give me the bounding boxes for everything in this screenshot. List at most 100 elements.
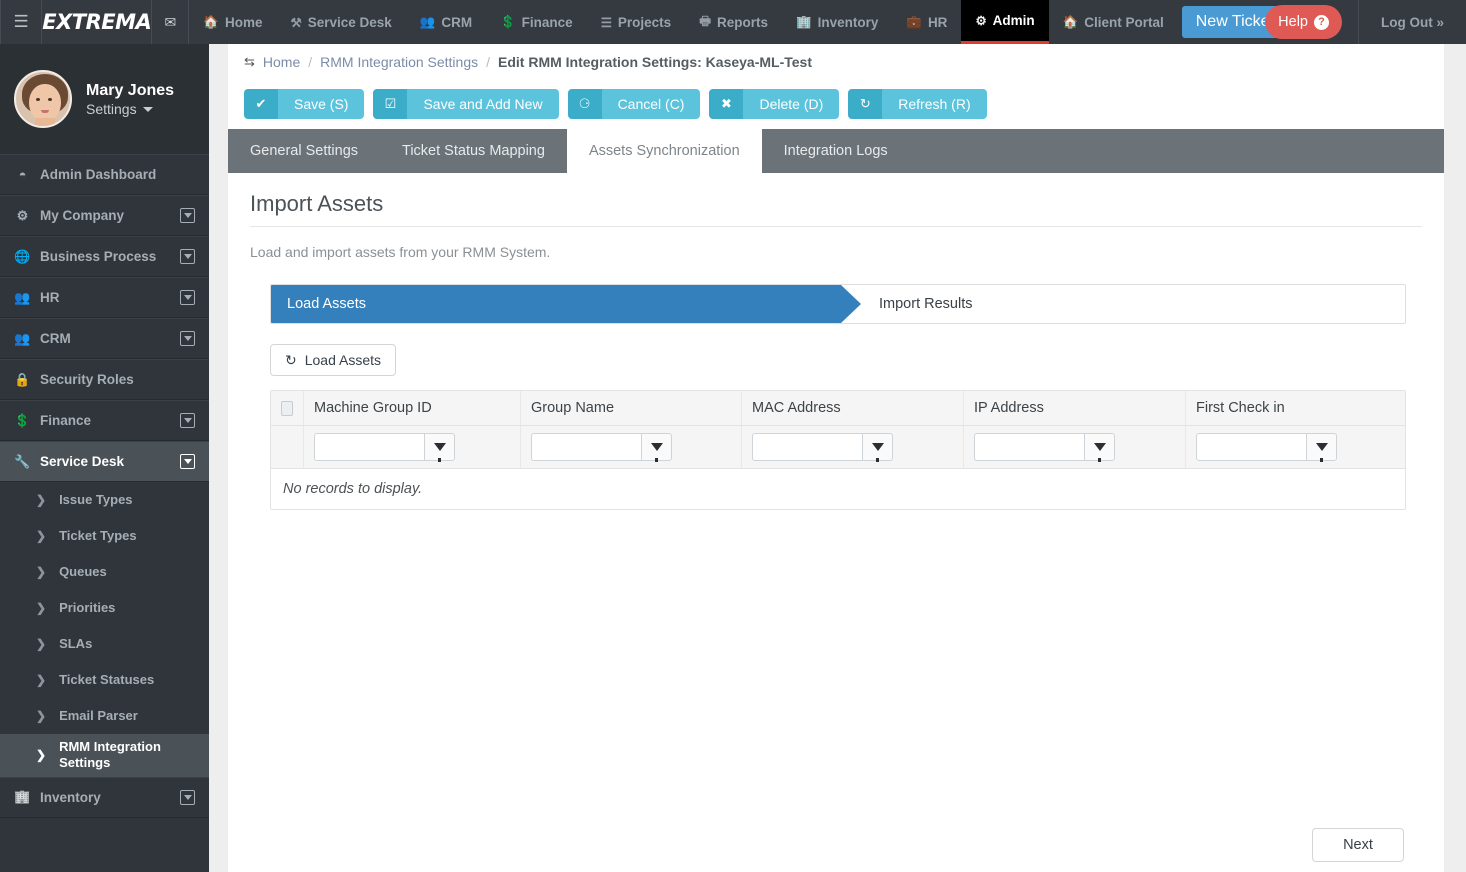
sidebar-item-service-desk[interactable]: 🔧 Service Desk xyxy=(0,441,209,482)
sidebar-subitem-slas[interactable]: ❯ SLAs xyxy=(0,626,209,662)
exchange-icon: ⇆ xyxy=(244,53,255,69)
sidebar-subitem-rmm-integration-settings[interactable]: ❯ RMM Integration Settings xyxy=(0,734,209,777)
users-icon: 👥 xyxy=(14,289,31,305)
money-icon: 💲 xyxy=(14,412,31,428)
nav-item-client-portal[interactable]: 🏠 Client Portal xyxy=(1049,0,1178,44)
sidebar-item-finance[interactable]: 💲 Finance xyxy=(0,400,209,441)
sidebar-item-label: My Company xyxy=(40,208,125,223)
sidebar-item-hr[interactable]: 👥 HR xyxy=(0,277,209,318)
column-header-mac-address[interactable]: MAC Address xyxy=(742,391,964,425)
nav-item-inventory[interactable]: 🏢 Inventory xyxy=(782,0,892,44)
lock-icon: 🔒 xyxy=(14,371,31,387)
help-button[interactable]: Help ? xyxy=(1265,5,1342,39)
nav-item-home[interactable]: 🏠 Home xyxy=(189,0,276,44)
sidebar-item-security-roles[interactable]: 🔒 Security Roles xyxy=(0,359,209,400)
sidebar-subitem-priorities[interactable]: ❯ Priorities xyxy=(0,590,209,626)
sidebar-subitem-email-parser[interactable]: ❯ Email Parser xyxy=(0,698,209,734)
expand-icon[interactable] xyxy=(180,249,195,264)
cancel-label: Cancel (C) xyxy=(601,89,701,119)
refresh-button[interactable]: ↻ Refresh (R) xyxy=(848,89,987,119)
filter-input-group-name[interactable] xyxy=(531,433,641,461)
building-icon: 🏢 xyxy=(796,14,812,29)
breadcrumb-separator: / xyxy=(308,53,313,70)
column-header-group-name[interactable]: Group Name xyxy=(521,391,742,425)
filter-input-mac-address[interactable] xyxy=(752,433,862,461)
help-label: Help xyxy=(1278,14,1308,30)
logout-button[interactable]: Log Out » xyxy=(1358,0,1466,44)
expand-icon[interactable] xyxy=(180,290,195,305)
sidebar-item-admin-dashboard[interactable]: ◓ Admin Dashboard xyxy=(0,154,209,195)
breadcrumb-parent[interactable]: RMM Integration Settings xyxy=(320,54,478,70)
funnel-icon[interactable] xyxy=(641,433,672,462)
sidebar-item-my-company[interactable]: ⚙ My Company xyxy=(0,195,209,236)
assets-sync-panel: Import Assets Load and import assets fro… xyxy=(228,173,1444,510)
funnel-icon[interactable] xyxy=(1306,433,1337,462)
expand-icon[interactable] xyxy=(180,208,195,223)
sidebar-subitem-label: Ticket Types xyxy=(59,527,137,543)
top-nav-items: 🏠 Home ⚒ Service Desk 👥 CRM 💲 Finance ☰ Proje… xyxy=(189,0,1466,44)
tab-ticket-status-mapping[interactable]: Ticket Status Mapping xyxy=(380,129,567,173)
nav-item-crm[interactable]: 👥 CRM xyxy=(406,0,486,44)
wizard-step-import-results[interactable]: Import Results xyxy=(841,285,1405,323)
next-button[interactable]: Next xyxy=(1312,828,1404,862)
expand-icon[interactable] xyxy=(180,789,195,805)
nav-label: Client Portal xyxy=(1084,14,1164,30)
settings-label: Settings xyxy=(86,101,137,118)
filter-input-first-check-in[interactable] xyxy=(1196,433,1306,461)
expand-icon[interactable] xyxy=(180,413,195,428)
save-and-add-new-button[interactable]: ☑ Save and Add New xyxy=(373,89,559,119)
column-header-ip-address[interactable]: IP Address xyxy=(964,391,1186,425)
sidebar-item-business-process[interactable]: 🌐 Business Process xyxy=(0,236,209,277)
funnel-icon[interactable] xyxy=(862,433,893,462)
settings-dropdown[interactable]: Settings xyxy=(86,101,174,117)
nav-label: CRM xyxy=(441,14,473,30)
breadcrumb-home[interactable]: Home xyxy=(263,54,300,70)
user-profile[interactable]: Mary Jones Settings xyxy=(0,44,209,154)
sidebar-item-inventory[interactable]: 🏢 Inventory xyxy=(0,776,209,818)
column-header-machine-group-id[interactable]: Machine Group ID xyxy=(304,391,521,425)
sidebar-subitem-issue-types[interactable]: ❯ Issue Types xyxy=(0,482,209,518)
sidebar-subitem-ticket-statuses[interactable]: ❯ Ticket Statuses xyxy=(0,662,209,698)
nav-item-reports[interactable]: 🖶 Reports xyxy=(685,0,782,44)
save-button[interactable]: ✔ Save (S) xyxy=(244,89,365,119)
tab-general-settings[interactable]: General Settings xyxy=(228,129,380,173)
question-mark-icon: ? xyxy=(1314,14,1329,30)
expand-icon[interactable] xyxy=(180,331,195,346)
wizard-steps: Load Assets Import Results xyxy=(270,284,1406,324)
tab-integration-logs[interactable]: Integration Logs xyxy=(762,129,910,173)
cancel-button[interactable]: ⚆ Cancel (C) xyxy=(567,89,701,119)
chevron-right-icon: ❯ xyxy=(36,492,47,507)
sidebar-item-crm[interactable]: 👥 CRM xyxy=(0,318,209,359)
nav-item-hr[interactable]: 💼 HR xyxy=(892,0,961,44)
sidebar-subitem-ticket-types[interactable]: ❯ Ticket Types xyxy=(0,518,209,554)
save-label: Save (S) xyxy=(278,89,365,119)
load-assets-button[interactable]: ↻ Load Assets xyxy=(270,344,397,376)
hamburger-icon[interactable]: ☰ xyxy=(0,0,43,44)
delete-button[interactable]: ✖ Delete (D) xyxy=(709,89,840,119)
column-header-first-check-in[interactable]: First Check in xyxy=(1186,391,1405,425)
nav-item-admin[interactable]: ⚙ Admin xyxy=(961,0,1049,44)
nav-item-projects[interactable]: ☰ Projects xyxy=(587,0,686,44)
tasks-icon: ☰ xyxy=(600,15,612,30)
app-logo[interactable]: EXTREMA xyxy=(42,0,153,44)
funnel-icon[interactable] xyxy=(424,433,455,462)
envelope-icon[interactable]: ✉ xyxy=(152,0,190,44)
sidebar-subitem-queues[interactable]: ❯ Queues xyxy=(0,554,209,590)
nav-item-service-desk[interactable]: ⚒ Service Desk xyxy=(276,0,405,44)
sidebar-subitem-label: Email Parser xyxy=(59,707,138,723)
minus-circle-icon: ⚆ xyxy=(567,89,602,119)
filter-cell-select xyxy=(271,426,304,468)
wizard-step-load-assets[interactable]: Load Assets xyxy=(271,285,861,323)
tab-bar: General Settings Ticket Status Mapping A… xyxy=(228,129,1444,173)
users-icon: 👥 xyxy=(419,14,436,29)
funnel-icon[interactable] xyxy=(1084,433,1115,462)
expand-icon[interactable] xyxy=(180,454,195,469)
sidebar-item-label: Inventory xyxy=(40,789,101,805)
select-all-checkbox[interactable] xyxy=(281,400,293,416)
tab-assets-synchronization[interactable]: Assets Synchronization xyxy=(566,129,762,173)
nav-item-finance[interactable]: 💲 Finance xyxy=(486,0,587,44)
sidebar-item-label: Finance xyxy=(40,413,92,428)
page-subtitle: Load and import assets from your RMM Sys… xyxy=(250,244,551,260)
filter-input-ip-address[interactable] xyxy=(974,433,1084,461)
filter-input-machine-group-id[interactable] xyxy=(314,433,424,461)
